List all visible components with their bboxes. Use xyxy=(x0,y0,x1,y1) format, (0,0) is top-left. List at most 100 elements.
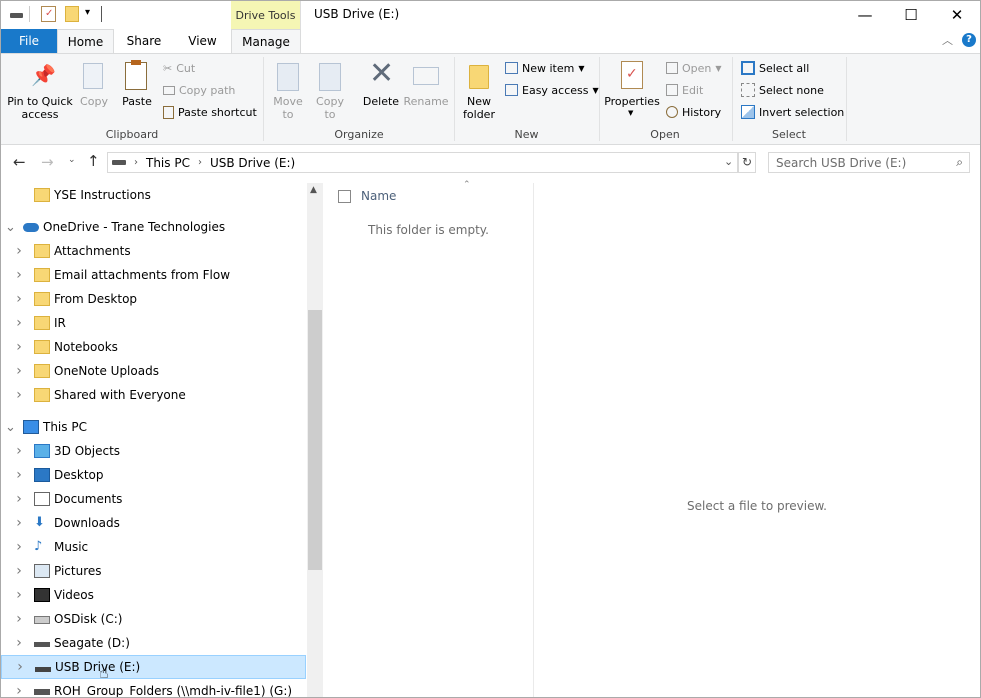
delete-icon: ✕ xyxy=(369,56,395,91)
nav-item[interactable]: › IR xyxy=(1,311,306,335)
nav-item[interactable]: ⌄ This PC xyxy=(1,415,306,439)
select-none-button[interactable]: Select none xyxy=(741,83,824,97)
nav-item[interactable]: › ♪ Music xyxy=(1,535,306,559)
expand-chevron-icon[interactable]: › xyxy=(14,363,24,379)
expand-chevron-icon[interactable]: › xyxy=(14,683,24,697)
expand-chevron-icon[interactable]: › xyxy=(14,635,24,651)
expand-chevron-icon[interactable]: › xyxy=(14,339,24,355)
expand-chevron-icon[interactable]: › xyxy=(14,539,24,555)
cut-button[interactable]: ✂ Cut xyxy=(163,61,195,75)
tab-manage[interactable]: Manage xyxy=(231,29,301,54)
file-list-pane[interactable]: Name ⌃ This folder is empty. xyxy=(323,180,534,697)
scroll-up-arrow-icon[interactable]: ▲ xyxy=(310,185,317,195)
expand-chevron-icon[interactable]: › xyxy=(14,267,24,283)
rename-button[interactable]: Rename xyxy=(403,61,449,123)
nav-item-label: From Desktop xyxy=(54,292,138,306)
collapse-chevron-icon[interactable]: ⌄ xyxy=(5,220,16,235)
nav-item[interactable]: › From Desktop xyxy=(1,287,306,311)
contextual-tab-drive-tools: Drive Tools xyxy=(231,1,301,29)
nav-item[interactable]: › Documents xyxy=(1,487,306,511)
expand-chevron-icon[interactable]: › xyxy=(14,443,24,459)
history-button[interactable]: History xyxy=(666,105,721,119)
column-header-name[interactable]: Name xyxy=(361,189,396,203)
tab-home[interactable]: Home xyxy=(57,29,114,54)
easy-access-button[interactable]: Easy access ▼ xyxy=(505,83,599,97)
nav-item[interactable]: › OSDisk (C:) xyxy=(1,607,306,631)
help-icon[interactable]: ? xyxy=(962,33,976,47)
nav-item-label: OneNote Uploads xyxy=(54,364,159,378)
collapse-chevron-icon[interactable]: ⌄ xyxy=(5,420,16,435)
copy-button[interactable]: Copy xyxy=(77,61,111,121)
tab-view[interactable]: View xyxy=(174,29,231,53)
new-item-button[interactable]: New item ▼ xyxy=(505,61,585,75)
nav-item[interactable]: › Pictures xyxy=(1,559,306,583)
expand-chevron-icon[interactable]: › xyxy=(14,243,24,259)
expand-chevron-icon[interactable]: › xyxy=(14,611,24,627)
search-input[interactable]: Search USB Drive (E:) ⌕ xyxy=(768,152,970,173)
nav-item[interactable]: ⌄ OneDrive - Trane Technologies xyxy=(1,215,306,239)
paste-shortcut-icon xyxy=(163,105,174,119)
refresh-icon[interactable]: ↻ xyxy=(738,152,756,173)
nav-scrollbar-thumb[interactable] xyxy=(308,310,322,570)
close-button[interactable]: ✕ xyxy=(934,1,980,29)
expand-chevron-icon[interactable]: › xyxy=(14,491,24,507)
delete-button[interactable]: ✕ Delete xyxy=(361,57,401,123)
forward-arrow-icon[interactable]: → xyxy=(41,153,54,171)
expand-chevron-icon[interactable]: › xyxy=(14,515,24,531)
address-dropdown-icon[interactable]: ⌄ xyxy=(724,155,733,168)
nav-item[interactable]: › 3D Objects xyxy=(1,439,306,463)
tab-share[interactable]: Share xyxy=(114,29,174,53)
nav-item[interactable]: › Attachments xyxy=(1,239,306,263)
copy-to-button[interactable]: Copy to xyxy=(311,61,349,123)
address-bar[interactable]: › This PC › USB Drive (E:) xyxy=(107,152,738,173)
expand-chevron-icon[interactable]: › xyxy=(14,291,24,307)
search-icon[interactable]: ⌕ xyxy=(956,155,963,170)
new-folder-button[interactable]: New folder xyxy=(459,61,499,123)
expand-chevron-icon[interactable]: › xyxy=(15,659,25,675)
easy-access-label: Easy access xyxy=(522,83,589,97)
nav-item[interactable]: › ⬇ Downloads xyxy=(1,511,306,535)
expand-chevron-icon[interactable]: › xyxy=(14,315,24,331)
organize-group-label: Organize xyxy=(334,128,384,141)
expand-chevron-icon[interactable]: › xyxy=(14,563,24,579)
expand-chevron-icon[interactable]: › xyxy=(14,587,24,603)
open-button[interactable]: Open ▼ xyxy=(666,61,722,75)
copy-path-button[interactable]: Copy path xyxy=(163,83,235,97)
customize-quick-access-icon[interactable]: ▾ xyxy=(85,7,90,18)
nav-item[interactable]: › Notebooks xyxy=(1,335,306,359)
paste-button[interactable]: Paste xyxy=(119,60,155,121)
recent-locations-icon[interactable]: ⌄ xyxy=(68,155,76,165)
edit-button[interactable]: Edit xyxy=(666,83,703,97)
maximize-button[interactable]: ☐ xyxy=(888,1,934,29)
breadcrumb-chevron-icon: › xyxy=(134,157,138,168)
nav-item[interactable]: › USB Drive (E:) xyxy=(1,655,306,679)
nav-item[interactable]: › Email attachments from Flow xyxy=(1,263,306,287)
nav-item[interactable]: › Shared with Everyone xyxy=(1,383,306,407)
nav-item[interactable]: › OneNote Uploads xyxy=(1,359,306,383)
select-all-button[interactable]: Select all xyxy=(741,61,809,75)
expand-chevron-icon[interactable]: › xyxy=(14,387,24,403)
paste-shortcut-button[interactable]: Paste shortcut xyxy=(163,105,257,119)
new-folder-quick-icon[interactable] xyxy=(65,6,79,22)
invert-selection-button[interactable]: Invert selection xyxy=(741,105,844,119)
breadcrumb-usb-drive[interactable]: USB Drive (E:) xyxy=(210,156,295,170)
tab-file[interactable]: File xyxy=(1,29,57,53)
up-arrow-icon[interactable]: ↑ xyxy=(87,152,100,170)
collapse-ribbon-icon[interactable]: ︿ xyxy=(942,32,953,48)
breadcrumb-this-pc[interactable]: This PC xyxy=(146,156,190,170)
properties-button[interactable]: ✓ Properties ▼ xyxy=(604,61,660,123)
properties-quick-icon[interactable]: ✓ xyxy=(41,6,56,22)
nav-item[interactable]: › Desktop xyxy=(1,463,306,487)
move-to-button[interactable]: Move to xyxy=(269,61,307,123)
nav-item[interactable]: › ROH_Group_Folders (\\mdh-iv-file1) (G:) xyxy=(1,679,306,697)
nav-item[interactable]: YSE Instructions xyxy=(1,183,306,207)
expand-chevron-icon[interactable]: › xyxy=(14,467,24,483)
open-group-label: Open xyxy=(650,128,680,141)
minimize-button[interactable]: — xyxy=(842,1,888,29)
back-arrow-icon[interactable]: ← xyxy=(13,153,26,171)
nav-item-label: Downloads xyxy=(54,516,120,530)
pin-to-quick-access-button[interactable]: 📌 Pin to Quick access xyxy=(5,61,75,123)
select-all-checkbox[interactable] xyxy=(338,190,351,203)
nav-item[interactable]: › Videos xyxy=(1,583,306,607)
nav-item[interactable]: › Seagate (D:) xyxy=(1,631,306,655)
